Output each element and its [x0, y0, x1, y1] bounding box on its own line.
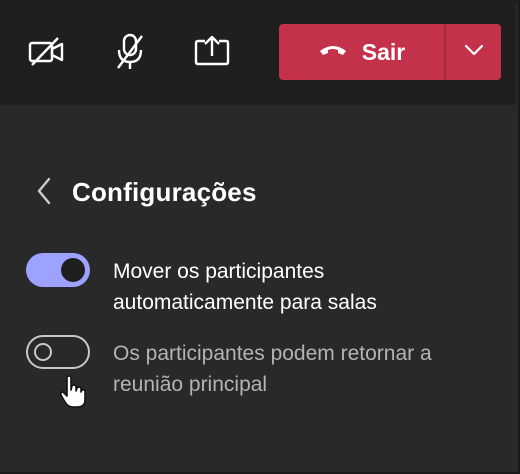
- mic-off-icon[interactable]: [108, 30, 152, 74]
- hand-cursor-icon: [58, 374, 88, 410]
- option-label-line1: Mover os participantes: [113, 260, 325, 283]
- toggle-knob: [34, 343, 52, 361]
- toggle-knob: [61, 258, 85, 282]
- option-label-line2: automaticamente para salas: [113, 291, 377, 314]
- option-label-line1: Os participantes podem retornar a: [113, 342, 432, 365]
- leave-options-button[interactable]: [446, 24, 501, 80]
- option-label-return-main: Os participantes podem retornar a reuniã…: [113, 338, 432, 400]
- leave-button-group: Sair: [279, 24, 501, 80]
- leave-button[interactable]: Sair: [279, 24, 444, 80]
- chevron-down-icon: [464, 43, 484, 61]
- page-title: Configurações: [72, 177, 257, 207]
- chevron-left-icon: [36, 177, 52, 210]
- toggle-return-main[interactable]: [26, 335, 90, 369]
- leave-label: Sair: [361, 38, 406, 65]
- toggle-auto-move[interactable]: [26, 253, 90, 287]
- option-label-line2: reunião principal: [113, 373, 268, 396]
- camera-off-icon[interactable]: [24, 30, 68, 74]
- hang-up-icon: [318, 43, 348, 62]
- option-label-auto-move: Mover os participantes automaticamente p…: [113, 256, 377, 318]
- share-screen-icon[interactable]: [190, 30, 234, 74]
- meeting-toolbar: Sair: [0, 0, 516, 105]
- back-button[interactable]: [30, 175, 58, 211]
